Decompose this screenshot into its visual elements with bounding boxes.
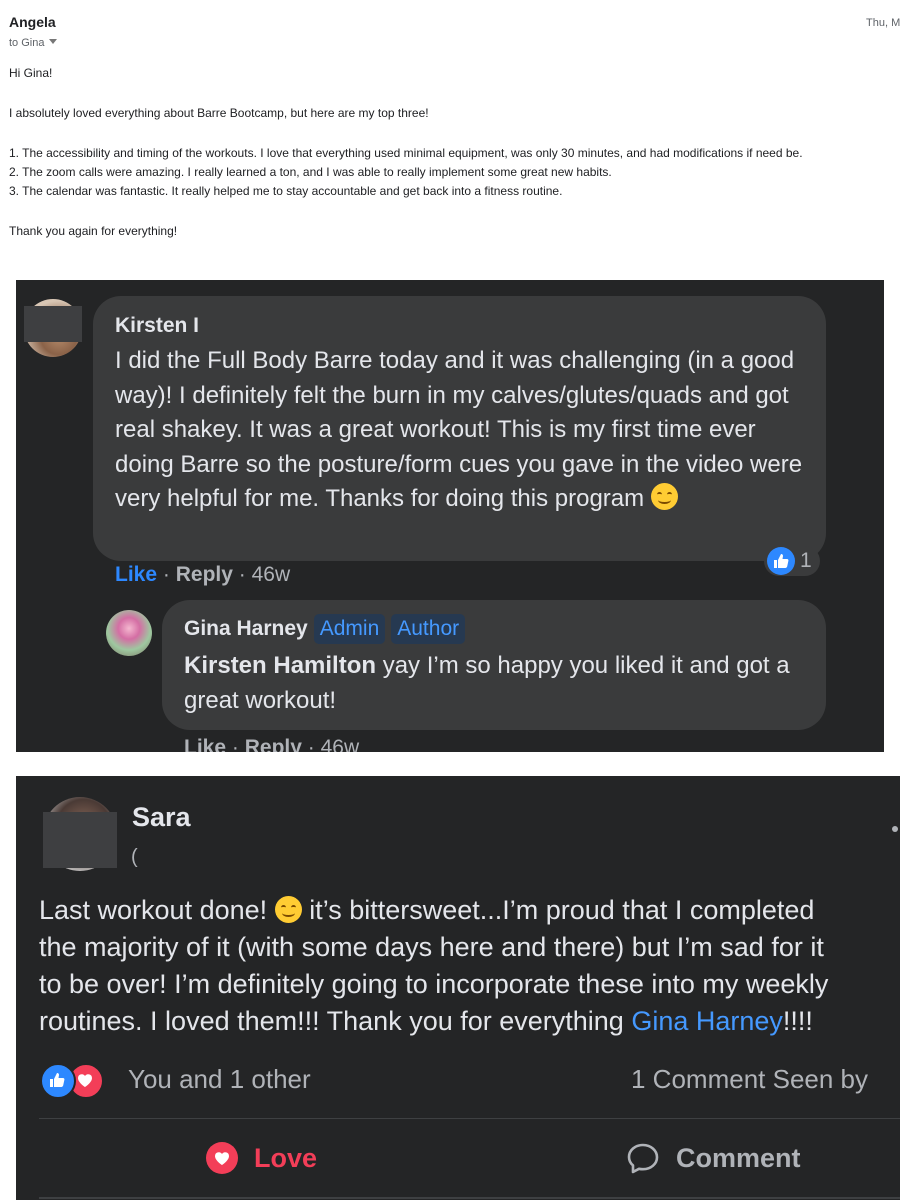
post-author[interactable]: Sara (132, 802, 191, 833)
post-line-text: Last workout done! (39, 895, 268, 925)
redaction-box (43, 812, 117, 868)
post-panel: Sara ( Last workout done! it’s bitterswe… (16, 776, 900, 1200)
email-sender: Angela (9, 14, 56, 30)
email-point-2: 2. The zoom calls were amazing. I really… (9, 165, 612, 179)
email-recipient[interactable]: to Gina (9, 37, 58, 49)
like-button[interactable]: Like (184, 736, 226, 752)
separator: · (307, 736, 315, 752)
reply-actions: Like · Reply · 46w (184, 736, 359, 752)
reply-text: Kirsten Hamilton yay I’m so happy you li… (184, 649, 814, 718)
comment-actions: Like · Reply · 46w (115, 563, 290, 587)
email-point-3: 3. The calendar was fantastic. It really… (9, 184, 563, 198)
separator: · (162, 563, 170, 586)
heart-icon (206, 1142, 238, 1174)
comment-thread-panel: Kirsten I I did the Full Body Barre toda… (16, 280, 884, 752)
email-closing: Thank you again for everything! (9, 224, 178, 238)
post-line-text: !!!! (782, 1006, 813, 1036)
separator: · (231, 736, 239, 752)
like-reaction-icon (40, 1063, 76, 1099)
comment-button[interactable]: Comment (626, 1142, 801, 1174)
post-line: the majority of it (with some days here … (39, 932, 824, 962)
smile-emoji-icon (650, 483, 678, 510)
post-line-text: it’s bittersweet...I’m proud that I comp… (309, 895, 815, 925)
post-line-text: routines. I loved them!!! Thank you for … (39, 1006, 624, 1036)
divider (39, 1197, 900, 1199)
reply-button[interactable]: Reply (176, 563, 233, 586)
comment-text: I did the Full Body Barre today and it w… (115, 344, 815, 517)
love-button-label: Love (254, 1142, 318, 1173)
comment-body: I did the Full Body Barre today and it w… (115, 347, 803, 512)
like-reaction-icon (767, 547, 795, 575)
email-intro: I absolutely loved everything about Barr… (9, 106, 429, 120)
email-message: Angela Thu, M to Gina Hi Gina! I absolut… (0, 0, 900, 270)
reply-timestamp[interactable]: 46w (321, 736, 360, 752)
comment-icon (627, 1143, 659, 1174)
post-stats[interactable]: 1 Comment Seen by (631, 1064, 868, 1095)
reply-author[interactable]: Gina Harney (184, 617, 308, 640)
author-badge: Author (391, 614, 466, 644)
post-author-subtitle: ( (131, 846, 138, 868)
reaction-count: 1 (800, 549, 812, 572)
divider (39, 1118, 900, 1119)
email-recipient-label: to Gina (9, 37, 45, 49)
chevron-down-icon[interactable] (49, 39, 58, 44)
comment-button-label: Comment (676, 1142, 801, 1173)
reply-bubble: Gina Harney Admin Author Kirsten Hamilton … (162, 600, 826, 730)
post-text: Last workout done! it’s bittersweet...I’… (39, 892, 900, 1040)
email-date: Thu, M (866, 17, 900, 29)
reply-author-row: Gina Harney Admin Author (184, 614, 466, 644)
smile-emoji-icon (274, 896, 302, 923)
like-button[interactable]: Like (115, 563, 157, 586)
avatar[interactable] (106, 610, 152, 656)
reply-button[interactable]: Reply (245, 736, 302, 752)
separator: · (238, 563, 246, 586)
post-line: Last workout done! it’s bittersweet...I’… (39, 892, 900, 929)
mention-link[interactable]: Kirsten Hamilton (184, 652, 376, 679)
admin-badge: Admin (313, 614, 386, 644)
comment-reaction-summary[interactable]: 1 (764, 546, 820, 576)
reactions-summary[interactable]: You and 1 other (128, 1064, 311, 1095)
post-line: to be over! I’m definitely going to inco… (39, 969, 829, 999)
email-point-1: 1. The accessibility and timing of the w… (9, 146, 803, 160)
redaction-box (24, 306, 82, 342)
comment-bubble: Kirsten I I did the Full Body Barre toda… (93, 296, 826, 561)
more-options-icon[interactable] (892, 826, 898, 832)
comment-author[interactable]: Kirsten I (115, 314, 199, 338)
post-reaction-icons[interactable] (40, 1063, 120, 1099)
post-line: routines. I loved them!!! Thank you for … (39, 1003, 900, 1040)
comment-timestamp[interactable]: 46w (252, 563, 291, 586)
email-greeting: Hi Gina! (9, 66, 53, 80)
mention-link[interactable]: Gina Harney (631, 1006, 783, 1036)
love-button[interactable]: Love (206, 1142, 317, 1174)
